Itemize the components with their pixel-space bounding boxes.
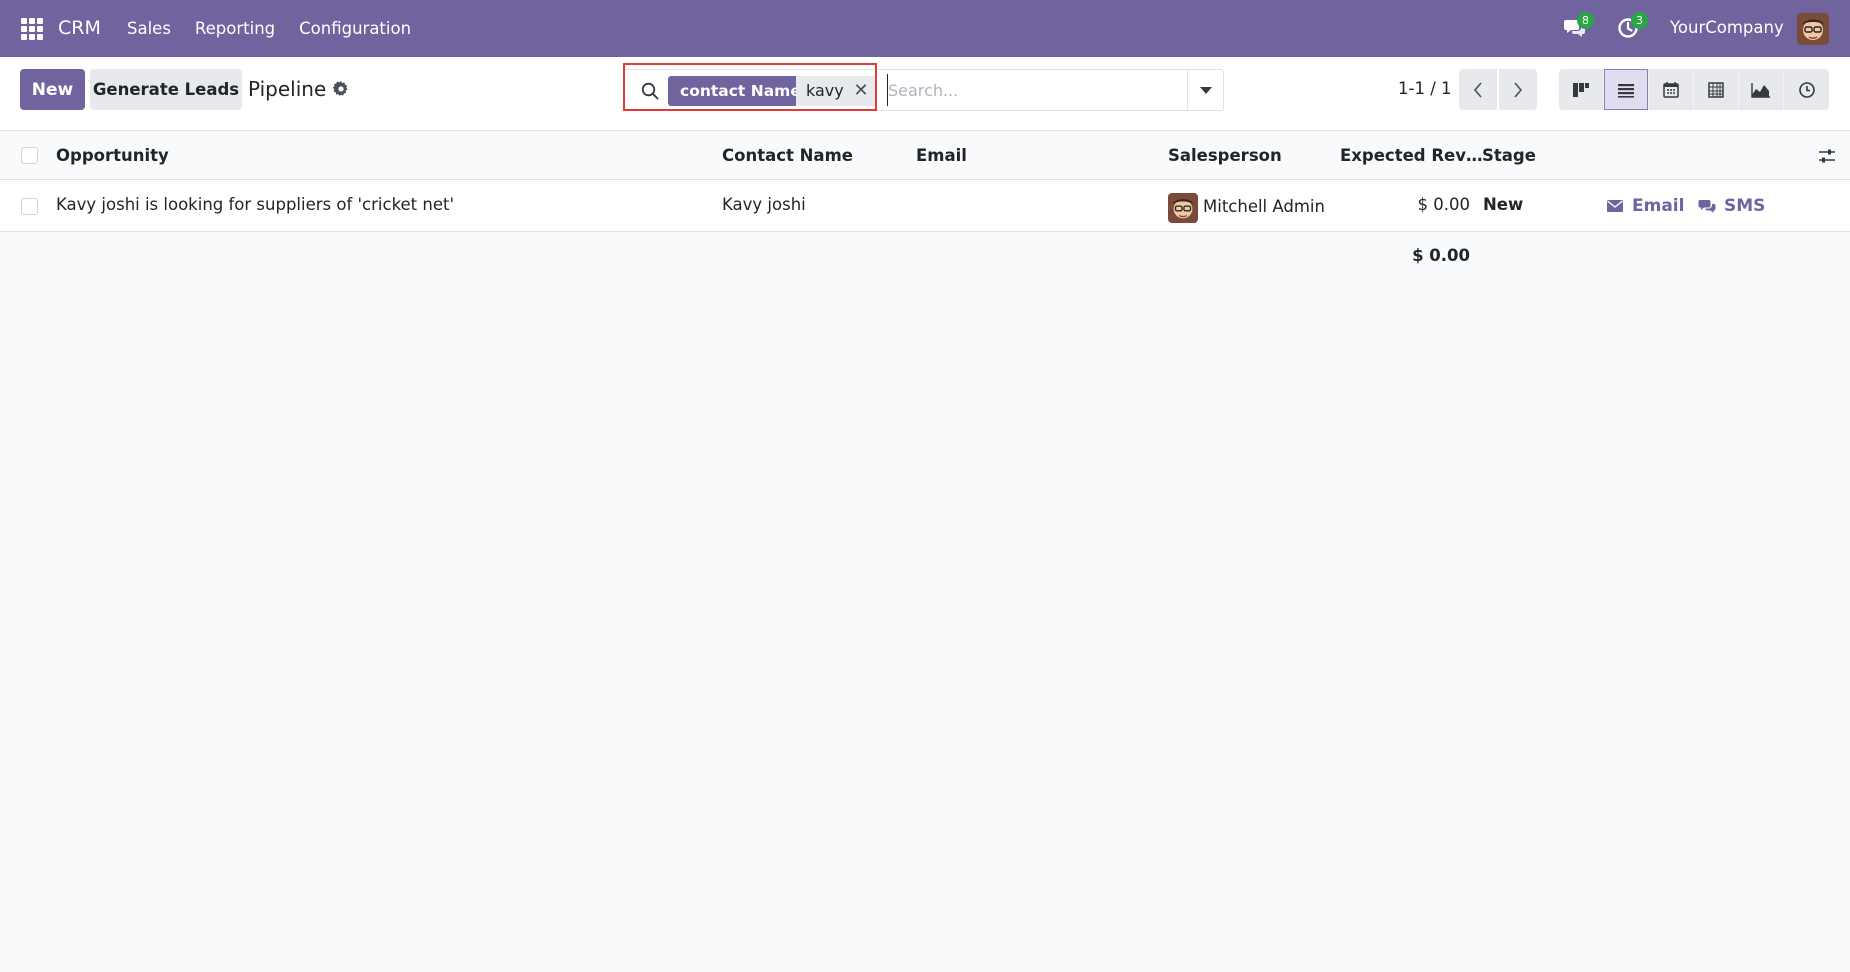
gear-icon[interactable] xyxy=(332,81,349,97)
column-stage[interactable]: Stage xyxy=(1482,146,1536,165)
messages-icon[interactable]: 8 xyxy=(1563,12,1594,41)
main-menu: Sales Reporting Configuration xyxy=(127,19,411,38)
top-navbar: CRM Sales Reporting Configuration 8 3 Yo… xyxy=(0,0,1850,57)
app-brand[interactable]: CRM xyxy=(58,17,101,39)
total-expected-revenue: $ 0.00 xyxy=(1412,246,1470,265)
company-switcher[interactable]: YourCompany xyxy=(1670,18,1784,37)
view-calendar-button[interactable] xyxy=(1649,69,1694,110)
chevron-left-icon xyxy=(1473,81,1482,98)
app-grid-icon[interactable] xyxy=(21,18,43,40)
chat-bubbles-icon xyxy=(1698,199,1716,213)
pager-value[interactable]: 1-1 / 1 xyxy=(1398,79,1452,98)
messages-badge: 8 xyxy=(1577,12,1594,29)
column-email[interactable]: Email xyxy=(916,146,967,165)
sms-action-label: SMS xyxy=(1724,196,1766,216)
user-avatar[interactable] xyxy=(1797,13,1829,45)
column-opportunity[interactable]: Opportunity xyxy=(56,146,169,165)
select-all-checkbox[interactable] xyxy=(21,147,38,164)
activities-badge: 3 xyxy=(1631,12,1648,29)
search-options-toggle[interactable] xyxy=(1187,70,1223,110)
envelope-icon xyxy=(1607,200,1623,212)
facet-remove-icon[interactable]: ✕ xyxy=(851,78,871,104)
search-facet-label: contact Name xyxy=(668,76,813,106)
cell-contact-name: Kavy joshi xyxy=(722,195,806,214)
view-list-button[interactable] xyxy=(1604,69,1649,110)
menu-reporting[interactable]: Reporting xyxy=(195,19,275,38)
row-checkbox[interactable] xyxy=(21,198,38,215)
email-action-label: Email xyxy=(1632,196,1685,216)
chevron-right-icon xyxy=(1514,81,1523,98)
view-switcher xyxy=(1559,69,1829,110)
email-action-button[interactable]: Email xyxy=(1606,196,1684,216)
search-icon xyxy=(641,82,659,100)
list-icon xyxy=(1618,83,1634,98)
cell-stage: New xyxy=(1483,195,1524,214)
salesperson-avatar xyxy=(1168,193,1198,223)
opportunity-list: Opportunity Contact Name Email Salespers… xyxy=(0,132,1850,278)
table-header: Opportunity Contact Name Email Salespers… xyxy=(0,132,1850,180)
generate-leads-button[interactable]: Generate Leads xyxy=(90,69,242,110)
pager-previous-button[interactable] xyxy=(1459,69,1497,110)
new-button[interactable]: New xyxy=(20,69,85,110)
calendar-icon xyxy=(1663,81,1679,98)
view-pivot-button[interactable] xyxy=(1694,69,1739,110)
column-expected-revenue[interactable]: Expected Rev… xyxy=(1340,146,1482,165)
activities-clock-icon[interactable]: 3 xyxy=(1617,12,1648,41)
activity-icon xyxy=(1798,81,1815,98)
cell-salesperson: Mitchell Admin xyxy=(1203,197,1325,216)
page-title: Pipeline xyxy=(248,77,327,101)
search-input[interactable] xyxy=(887,74,1187,106)
view-graph-button[interactable] xyxy=(1739,69,1784,110)
cell-expected-revenue: $ 0.00 xyxy=(1417,195,1470,214)
graph-icon xyxy=(1751,82,1770,98)
view-kanban-button[interactable] xyxy=(1559,69,1604,110)
pager-next-button[interactable] xyxy=(1499,69,1537,110)
control-panel: New Generate Leads Pipeline contact Name… xyxy=(0,57,1850,131)
sms-action-button[interactable]: SMS xyxy=(1698,196,1765,216)
search-bar: contact Name kavy ✕ xyxy=(624,69,1224,111)
kanban-icon xyxy=(1573,82,1589,97)
column-options-icon[interactable] xyxy=(1817,147,1837,165)
cell-opportunity: Kavy joshi is looking for suppliers of '… xyxy=(56,195,455,214)
table-row[interactable]: Kavy joshi is looking for suppliers of '… xyxy=(0,180,1850,232)
pivot-icon xyxy=(1708,81,1724,98)
menu-sales[interactable]: Sales xyxy=(127,19,171,38)
column-contact-name[interactable]: Contact Name xyxy=(722,146,853,165)
table-footer: $ 0.00 xyxy=(0,232,1850,278)
menu-configuration[interactable]: Configuration xyxy=(299,19,411,38)
column-salesperson[interactable]: Salesperson xyxy=(1168,146,1282,165)
view-activity-button[interactable] xyxy=(1784,69,1829,110)
